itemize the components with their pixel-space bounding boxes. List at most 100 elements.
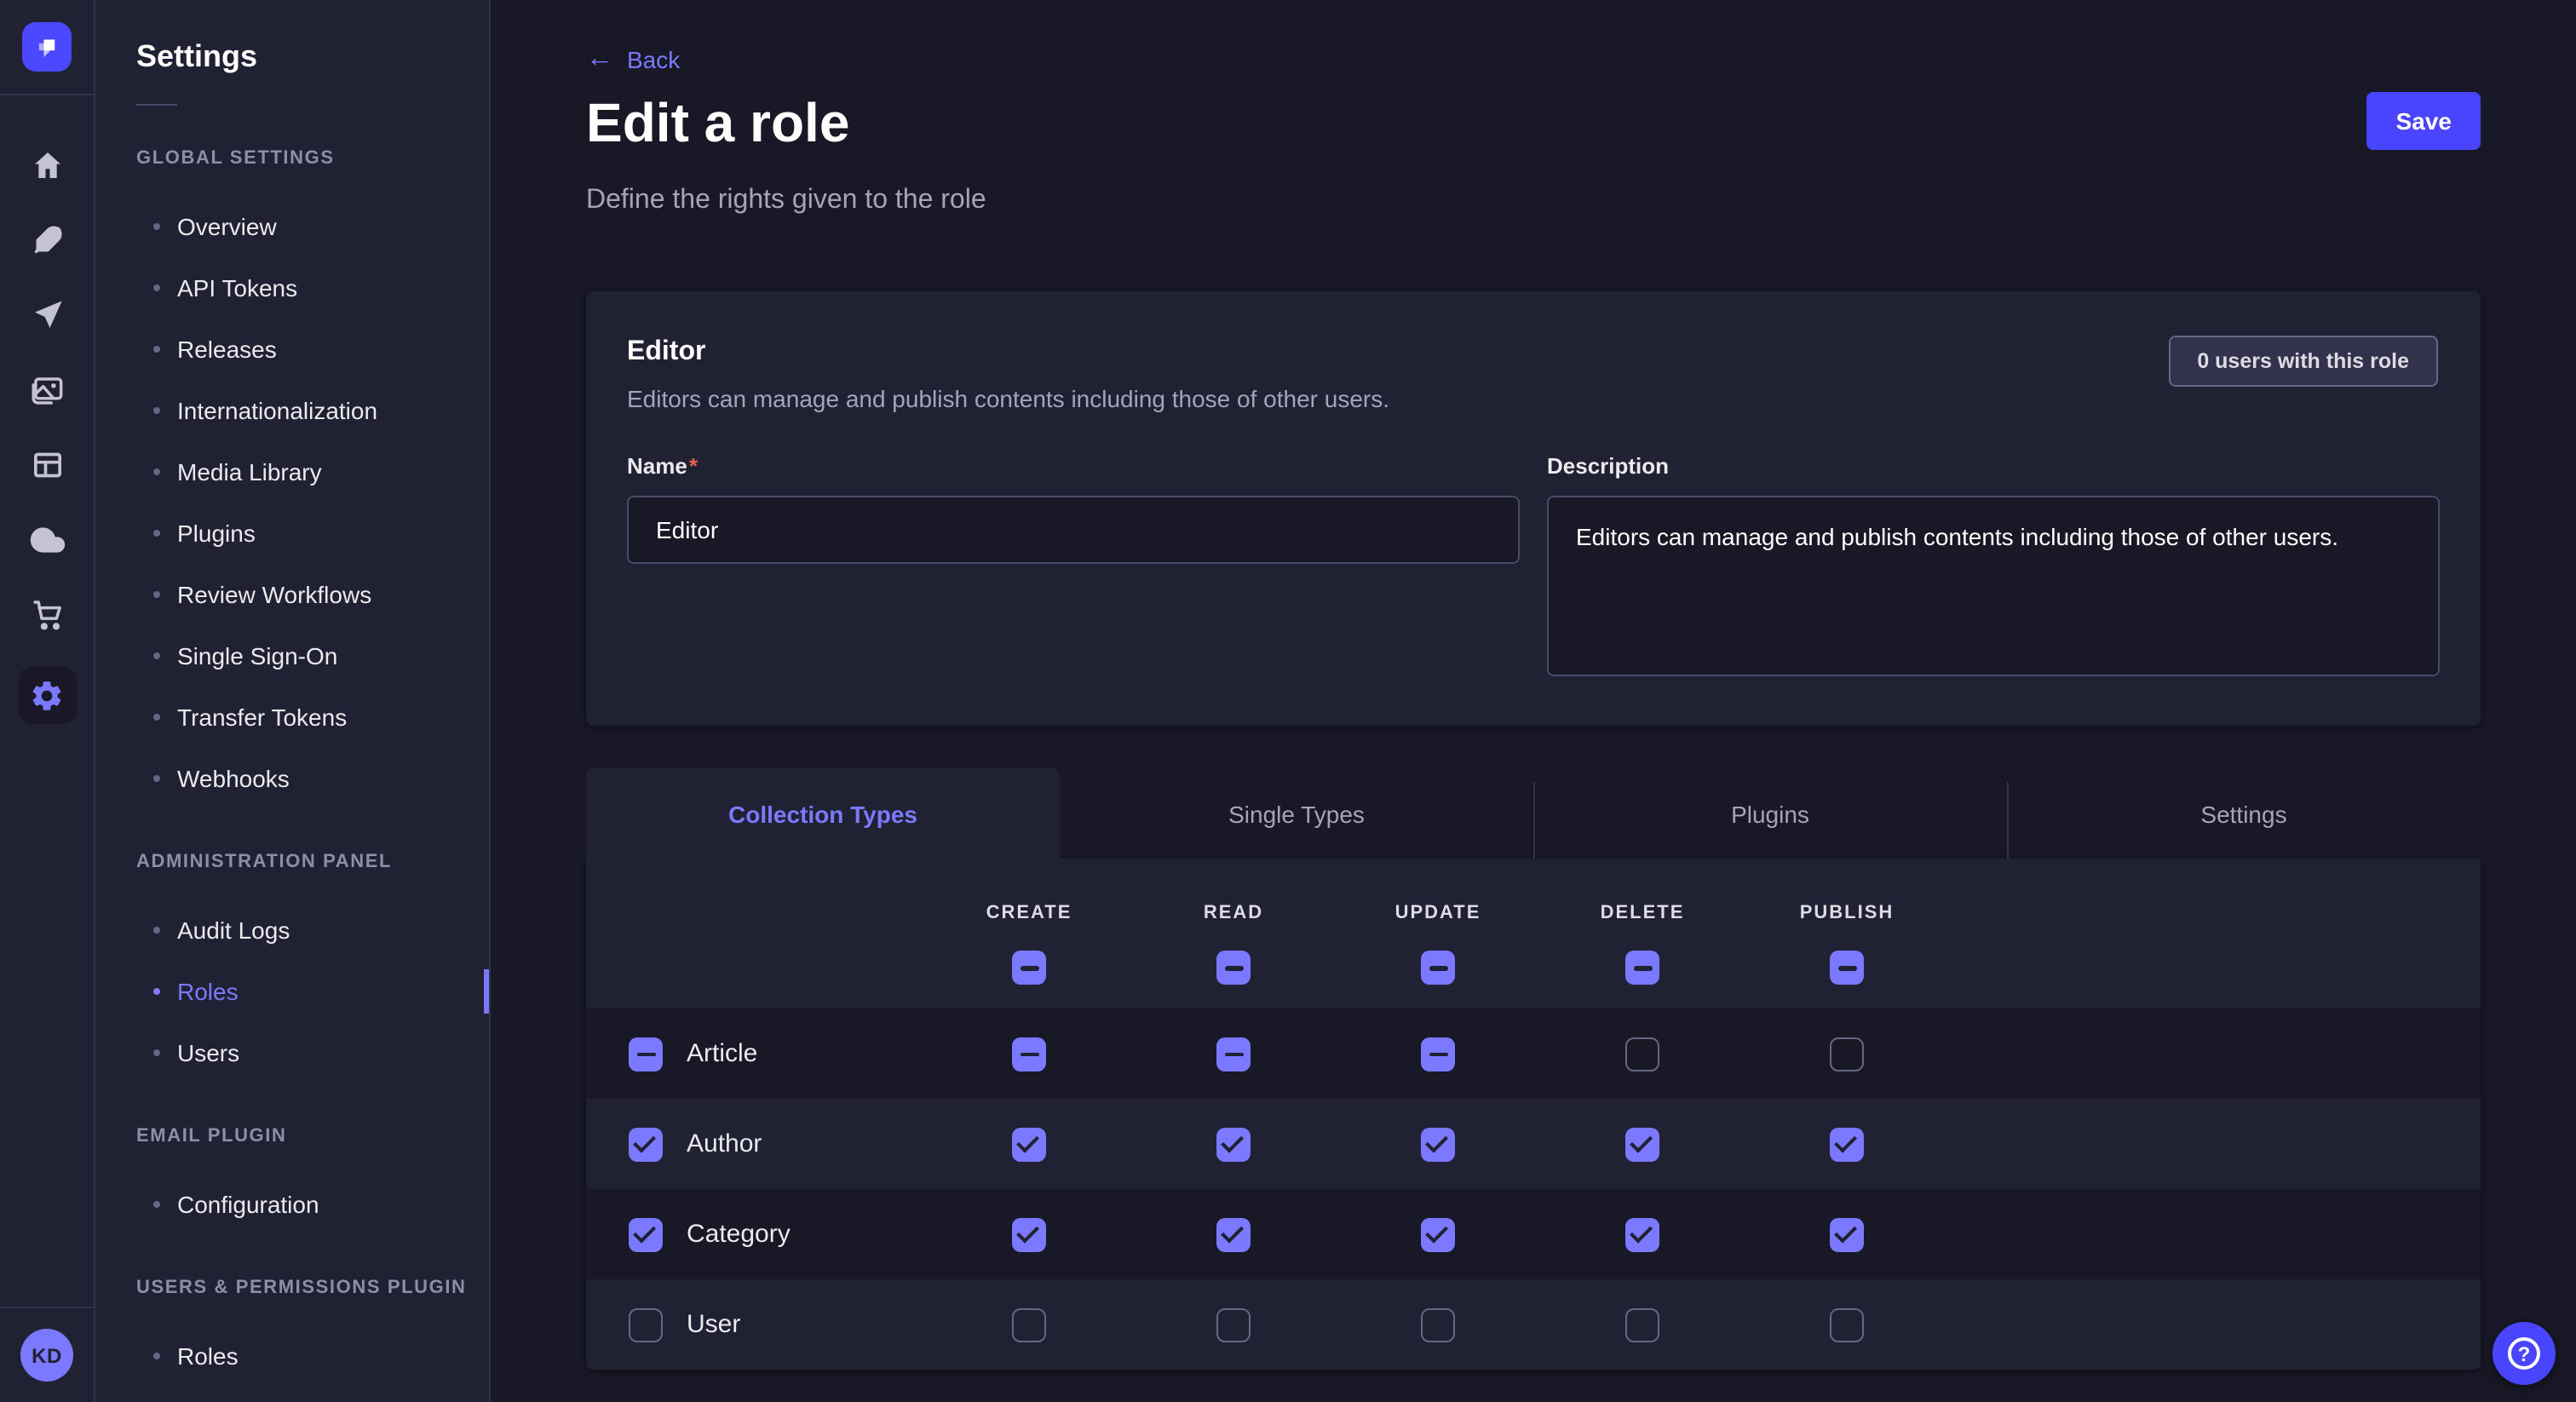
subnav-item-label: Single Sign-On xyxy=(177,642,337,669)
tab-single-types[interactable]: Single Types xyxy=(1060,769,1533,859)
role-form-fields: Name* Description Editors can manage and… xyxy=(627,452,2440,686)
subnav-item-plugins[interactable]: Plugins xyxy=(95,503,489,564)
bullet-icon xyxy=(153,530,160,537)
main-content: ← Back Edit a role Define the rights giv… xyxy=(491,0,2576,1402)
category-publish-checkbox[interactable] xyxy=(1830,1218,1864,1252)
subnav-item-transfer-tokens[interactable]: Transfer Tokens xyxy=(95,687,489,748)
subnav-item-media-library[interactable]: Media Library xyxy=(95,441,489,503)
category-update-checkbox[interactable] xyxy=(1421,1218,1455,1252)
category-create-checkbox[interactable] xyxy=(1012,1218,1046,1252)
settings-gear-icon[interactable] xyxy=(0,652,95,738)
paper-plane-icon[interactable] xyxy=(0,278,95,353)
column-read-label: READ xyxy=(1204,904,1263,924)
shopping-cart-icon[interactable] xyxy=(0,577,95,652)
select-all-read-checkbox[interactable] xyxy=(1216,951,1251,985)
tab-plugins[interactable]: Plugins xyxy=(1533,769,2007,859)
subnav-item-up-providers[interactable]: Providers xyxy=(95,1387,489,1402)
subnav-item-releases[interactable]: Releases xyxy=(95,319,489,380)
role-name-heading: Editor xyxy=(627,333,2440,374)
help-button[interactable]: ? xyxy=(2493,1322,2556,1385)
user-row-checkbox[interactable] xyxy=(629,1308,663,1342)
subnav-item-configuration[interactable]: Configuration xyxy=(95,1174,489,1235)
author-update-checkbox[interactable] xyxy=(1421,1128,1455,1162)
feather-pen-icon[interactable] xyxy=(0,203,95,278)
subnav-item-internationalization[interactable]: Internationalization xyxy=(95,380,489,441)
column-publish-label: PUBLISH xyxy=(1800,904,1895,924)
column-update: UPDATE xyxy=(1336,859,1540,1009)
strapi-logo-icon xyxy=(22,22,72,72)
bullet-icon xyxy=(153,1353,160,1359)
cloud-icon[interactable] xyxy=(0,503,95,577)
subnav-item-roles-active[interactable]: Roles xyxy=(95,961,489,1022)
permissions-table-header: CREATE READ UPDATE DELETE xyxy=(586,859,2481,1009)
article-row-label: Article xyxy=(687,1040,757,1069)
bullet-icon xyxy=(153,775,160,782)
table-row-user: User xyxy=(586,1280,2481,1370)
subnav-item-users[interactable]: Users xyxy=(95,1022,489,1083)
bullet-icon xyxy=(153,714,160,721)
subnav-item-label: Transfer Tokens xyxy=(177,704,347,731)
user-delete-checkbox[interactable] xyxy=(1625,1308,1659,1342)
select-all-create-checkbox[interactable] xyxy=(1012,951,1046,985)
category-read-checkbox[interactable] xyxy=(1216,1218,1251,1252)
media-library-icon[interactable] xyxy=(0,353,95,428)
article-row-checkbox[interactable] xyxy=(629,1037,663,1072)
select-all-delete-checkbox[interactable] xyxy=(1625,951,1659,985)
app-window: KD Settings GLOBAL SETTINGS Overview API… xyxy=(0,0,2576,1402)
user-create-checkbox[interactable] xyxy=(1012,1308,1046,1342)
subnav-item-label: Roles xyxy=(177,978,239,1005)
subnav-item-single-sign-on[interactable]: Single Sign-On xyxy=(95,625,489,687)
permissions-tabs: Collection Types Single Types Plugins Se… xyxy=(586,769,2481,859)
subnav-item-label: Overview xyxy=(177,213,277,240)
user-avatar[interactable]: KD xyxy=(20,1329,73,1382)
subnav-item-label: Roles xyxy=(177,1342,239,1370)
select-all-publish-checkbox[interactable] xyxy=(1830,951,1864,985)
subnav-item-webhooks[interactable]: Webhooks xyxy=(95,748,489,809)
column-update-label: UPDATE xyxy=(1395,904,1481,924)
subnav-item-review-workflows[interactable]: Review Workflows xyxy=(95,564,489,625)
home-icon[interactable] xyxy=(0,128,95,203)
subnav-item-audit-logs[interactable]: Audit Logs xyxy=(95,899,489,961)
user-publish-checkbox[interactable] xyxy=(1830,1308,1864,1342)
subnav-item-label: Media Library xyxy=(177,458,322,486)
subnav-item-up-roles[interactable]: Roles xyxy=(95,1325,489,1387)
article-publish-checkbox[interactable] xyxy=(1830,1037,1864,1072)
active-icon-plate xyxy=(18,666,76,724)
article-create-checkbox[interactable] xyxy=(1012,1037,1046,1072)
user-read-checkbox[interactable] xyxy=(1216,1308,1251,1342)
question-mark-icon: ? xyxy=(2508,1337,2540,1370)
category-delete-checkbox[interactable] xyxy=(1625,1218,1659,1252)
strapi-logo-button[interactable] xyxy=(0,0,94,95)
column-delete-label: DELETE xyxy=(1601,904,1685,924)
subnav-item-overview[interactable]: Overview xyxy=(95,196,489,257)
users-with-role-button[interactable]: 0 users with this role xyxy=(2168,336,2438,388)
table-row-article: Article xyxy=(586,1009,2481,1100)
subnav-item-label: Webhooks xyxy=(177,765,290,792)
tab-collection-types[interactable]: Collection Types xyxy=(586,769,1060,859)
select-all-update-checkbox[interactable] xyxy=(1421,951,1455,985)
category-row-checkbox[interactable] xyxy=(629,1218,663,1252)
column-create: CREATE xyxy=(927,859,1131,1009)
back-link[interactable]: ← Back xyxy=(586,46,680,73)
article-delete-checkbox[interactable] xyxy=(1625,1037,1659,1072)
section-users-permissions-plugin: Roles Providers xyxy=(95,1325,489,1402)
layout-icon[interactable] xyxy=(0,428,95,503)
section-heading-email-plugin: EMAIL PLUGIN xyxy=(136,1124,489,1148)
author-delete-checkbox[interactable] xyxy=(1625,1128,1659,1162)
description-textarea[interactable]: Editors can manage and publish contents … xyxy=(1547,497,2440,677)
article-read-checkbox[interactable] xyxy=(1216,1037,1251,1072)
tab-settings[interactable]: Settings xyxy=(2007,769,2481,859)
section-global-settings: Overview API Tokens Releases Internation… xyxy=(95,196,489,809)
settings-subnav: Settings GLOBAL SETTINGS Overview API To… xyxy=(95,0,491,1402)
subnav-item-api-tokens[interactable]: API Tokens xyxy=(95,257,489,319)
author-read-checkbox[interactable] xyxy=(1216,1128,1251,1162)
name-input[interactable] xyxy=(627,497,1520,565)
author-publish-checkbox[interactable] xyxy=(1830,1128,1864,1162)
author-row-checkbox[interactable] xyxy=(629,1128,663,1162)
article-update-checkbox[interactable] xyxy=(1421,1037,1455,1072)
subnav-item-label: Configuration xyxy=(177,1191,319,1218)
role-description-text: Editors can manage and publish contents … xyxy=(627,384,2440,415)
author-create-checkbox[interactable] xyxy=(1012,1128,1046,1162)
save-button[interactable]: Save xyxy=(2367,92,2481,150)
user-update-checkbox[interactable] xyxy=(1421,1308,1455,1342)
